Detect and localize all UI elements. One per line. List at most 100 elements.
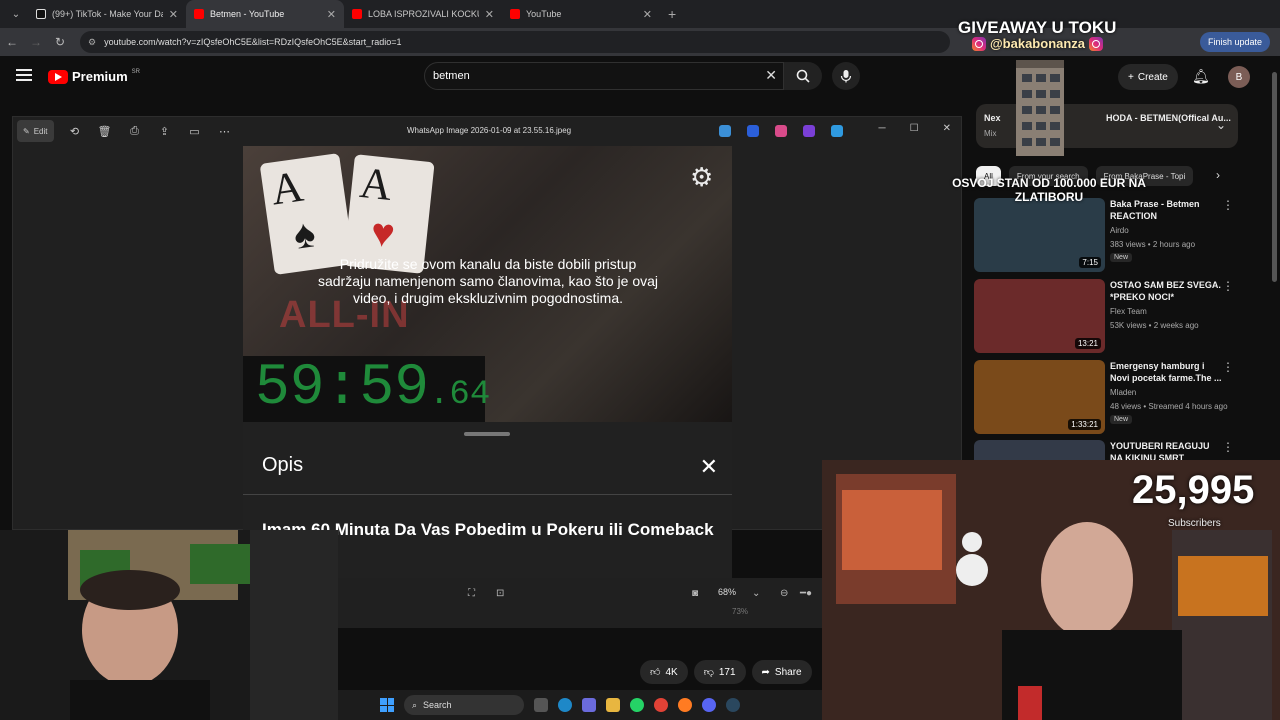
- more-vert-icon[interactable]: ⋮: [1222, 279, 1234, 293]
- list-item[interactable]: YOUTUBERI REAGUJU NA KIKINU SMRT ⋮: [974, 440, 1234, 462]
- page-scrollbar[interactable]: [1272, 72, 1277, 282]
- notifications-icon[interactable]: 🔔︎: [1192, 68, 1210, 85]
- drag-handle[interactable]: [464, 432, 510, 436]
- back-icon[interactable]: ←: [0, 35, 24, 49]
- channel-name[interactable]: Mladen: [1110, 388, 1136, 397]
- search-value: betmen: [433, 70, 470, 82]
- url-field[interactable]: ⚙ youtube.com/watch?v=zIQsfeOhC5E&list=R…: [80, 31, 950, 53]
- task-view-icon[interactable]: [534, 698, 548, 712]
- chevron-down-icon[interactable]: ⌄: [752, 588, 760, 599]
- file-explorer-icon[interactable]: [606, 698, 620, 712]
- designer-icon[interactable]: [747, 125, 759, 137]
- video-thumbnail[interactable]: 13:21: [974, 279, 1105, 353]
- list-item[interactable]: 13:21 OSTAO SAM BEZ SVEGA. *PREKO NOCI* …: [974, 279, 1234, 357]
- whatsapp-icon[interactable]: [630, 698, 644, 712]
- card-rank: A: [267, 161, 307, 215]
- reload-icon[interactable]: ↻: [48, 35, 72, 49]
- search-button[interactable]: [784, 62, 822, 90]
- close-window-icon[interactable]: ✕: [943, 123, 951, 134]
- dislike-count: 171: [718, 666, 736, 678]
- gear-icon[interactable]: ⚙: [690, 162, 713, 193]
- browser-tab[interactable]: LOBA ISPROZIVALI KOCKU I MI ✕: [344, 0, 502, 28]
- dislike-button[interactable]: 👎︎ 171: [693, 660, 746, 684]
- search-icon: [796, 69, 810, 83]
- youtube-logo[interactable]: Premium SR: [48, 69, 140, 84]
- voice-search-button[interactable]: [832, 62, 860, 90]
- screenshot-icon[interactable]: ◙: [692, 588, 698, 599]
- minimize-icon[interactable]: ─: [879, 123, 886, 134]
- tab-search-button[interactable]: ⌄: [4, 4, 28, 24]
- video-thumbnail[interactable]: [974, 440, 1105, 462]
- more-vert-icon[interactable]: ⋮: [1222, 360, 1234, 374]
- firefox-icon[interactable]: [678, 698, 692, 712]
- webcam-left: [0, 530, 338, 720]
- browser-tab[interactable]: (99+) TikTok - Make Your Day ✕: [28, 0, 186, 28]
- new-tab-icon[interactable]: +: [668, 6, 676, 22]
- instagram-handle-row: @bakabonanza: [972, 36, 1104, 51]
- video-actions: 👍︎ 4K 👎︎ 171 ➦ Share: [640, 660, 812, 684]
- zoom-slider[interactable]: ━●: [800, 588, 812, 599]
- clipchamp-icon[interactable]: [803, 125, 815, 137]
- chevron-down-icon[interactable]: ⌄: [1216, 118, 1226, 132]
- youtube-icon: [510, 9, 520, 19]
- more-icon[interactable]: ⋯: [216, 125, 234, 138]
- video-title[interactable]: YOUTUBERI REAGUJU NA KIKINU SMRT: [1110, 440, 1222, 462]
- channel-name[interactable]: Flex Team: [1110, 307, 1147, 316]
- steam-icon[interactable]: [726, 698, 740, 712]
- browser-tab-active[interactable]: Betmen - YouTube ✕: [186, 0, 344, 28]
- finish-update-button[interactable]: Finish update: [1199, 32, 1270, 52]
- taskbar-search[interactable]: ⌕ Search: [404, 695, 524, 715]
- giveaway-prize: OSVOJ STAN OD 100.000 EUR NA ZLATIBORU: [952, 176, 1146, 204]
- close-tab-icon[interactable]: ✕: [485, 8, 494, 21]
- avatar[interactable]: B: [1228, 66, 1250, 88]
- video-meta: 53K views • 2 weeks ago: [1110, 321, 1199, 330]
- edge-icon[interactable]: [558, 698, 572, 712]
- copilot-icon[interactable]: [582, 698, 596, 712]
- like-button[interactable]: 👍︎ 4K: [640, 660, 688, 684]
- delete-icon[interactable]: 🗑︎: [96, 125, 114, 138]
- list-item[interactable]: 7:15 Baka Prase - Betmen REACTION Airdo …: [974, 198, 1234, 276]
- video-thumbnail[interactable]: 1:33:21: [974, 360, 1105, 434]
- close-tab-icon[interactable]: ✕: [327, 8, 336, 21]
- copilot-icon[interactable]: [719, 125, 731, 137]
- list-item[interactable]: 1:33:21 Emergensy hamburg i Novi pocetak…: [974, 360, 1234, 438]
- start-icon[interactable]: [380, 698, 394, 712]
- slideshow-icon[interactable]: ▭: [186, 125, 204, 138]
- create-button[interactable]: + Create: [1118, 64, 1178, 90]
- channel-name[interactable]: Airdo: [1110, 226, 1129, 235]
- video-title[interactable]: OSTAO SAM BEZ SVEGA. *PREKO NOCI*: [1110, 279, 1222, 303]
- browser-tab[interactable]: YouTube ✕: [502, 0, 660, 28]
- more-vert-icon[interactable]: ⋮: [1222, 198, 1234, 212]
- instagram-icon: [1089, 36, 1104, 51]
- youtube-play-icon: [48, 69, 68, 84]
- discord-icon[interactable]: [702, 698, 716, 712]
- actual-size-icon[interactable]: ⊡: [496, 588, 504, 599]
- print-icon[interactable]: ⎙: [126, 125, 144, 138]
- zoom-out-icon[interactable]: ⊖: [780, 588, 788, 599]
- clear-search-icon[interactable]: ✕: [765, 67, 777, 84]
- chrome-icon[interactable]: [654, 698, 668, 712]
- forward-icon[interactable]: →: [24, 35, 48, 49]
- close-icon[interactable]: ✕: [700, 454, 718, 480]
- video-thumbnail[interactable]: 7:15: [974, 198, 1105, 272]
- share-icon[interactable]: ⇪: [156, 125, 174, 138]
- like-count: 4K: [665, 666, 678, 678]
- site-info-icon[interactable]: ⚙: [88, 37, 96, 48]
- more-vert-icon[interactable]: ⋮: [1222, 440, 1234, 454]
- maximize-icon[interactable]: ☐: [910, 123, 919, 134]
- menu-icon[interactable]: [16, 69, 32, 81]
- paint-icon[interactable]: [775, 125, 787, 137]
- window-controls: ─ ☐ ✕: [879, 123, 951, 134]
- rotate-icon[interactable]: ⟲: [66, 125, 84, 138]
- onedrive-icon[interactable]: [831, 125, 843, 137]
- close-tab-icon[interactable]: ✕: [643, 8, 652, 21]
- video-title[interactable]: Emergensy hamburg i Novi pocetak farme.T…: [1110, 360, 1222, 384]
- zoom-level[interactable]: 68%: [718, 587, 736, 597]
- edit-button[interactable]: ✎ Edit: [17, 120, 54, 142]
- close-tab-icon[interactable]: ✕: [169, 8, 178, 21]
- fit-icon[interactable]: ⛶: [468, 588, 475, 599]
- new-badge: New: [1110, 253, 1133, 262]
- share-button[interactable]: ➦ Share: [751, 660, 812, 684]
- chevron-right-icon[interactable]: ›: [1216, 168, 1220, 182]
- search-input[interactable]: betmen ✕: [424, 62, 784, 90]
